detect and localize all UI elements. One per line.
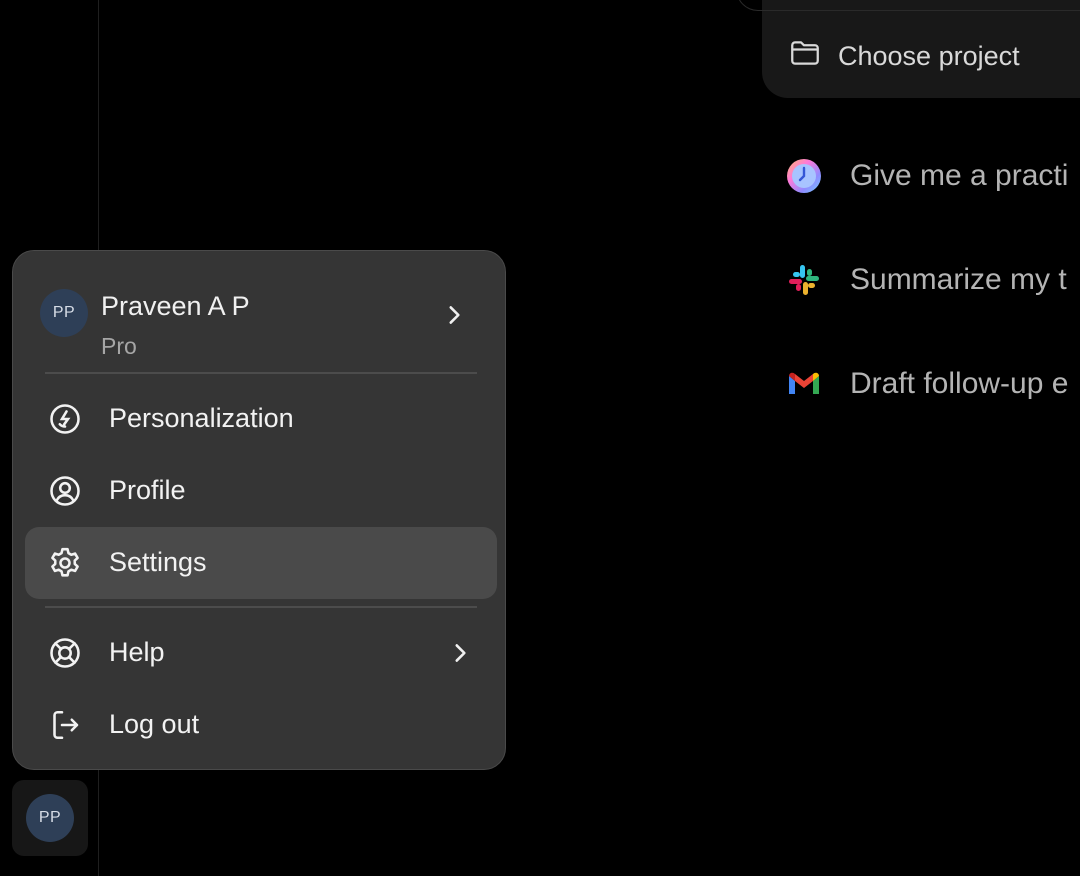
choose-project-label: Choose project [838, 40, 1020, 71]
menu-item-help[interactable]: Help [25, 617, 497, 689]
slack-icon [786, 262, 822, 298]
menu-item-personalization[interactable]: Personalization [25, 383, 497, 455]
suggestion-label: Give me a practi [850, 159, 1069, 192]
profile-menu-button[interactable]: PP [12, 780, 88, 856]
account-header[interactable]: PP Praveen A P Pro [27, 265, 491, 365]
suggestion-label: Draft follow-up e [850, 367, 1069, 400]
suggestion-label: Summarize my t [850, 263, 1067, 296]
account-menu: PP Praveen A P Pro Personalization Profi… [12, 250, 506, 770]
choose-project-button[interactable]: Choose project [788, 36, 1020, 76]
user-name: Praveen A P [101, 291, 250, 321]
suggestion-item[interactable]: Summarize my t [786, 258, 1067, 302]
chevron-right-icon [449, 306, 460, 324]
lifebuoy-icon [47, 635, 83, 671]
menu-item-label: Settings [109, 547, 207, 577]
clock-app-icon [786, 158, 822, 194]
suggestion-item[interactable]: Draft follow-up e [786, 362, 1068, 406]
menu-divider [45, 372, 477, 374]
menu-divider [45, 606, 477, 608]
gmail-icon [786, 366, 822, 402]
composer-edge [736, 0, 1080, 11]
menu-item-settings[interactable]: Settings [25, 527, 497, 599]
avatar: PP [26, 794, 74, 842]
suggestion-item[interactable]: Give me a practi [786, 154, 1068, 198]
menu-item-logout[interactable]: Log out [25, 689, 497, 761]
logout-icon [47, 707, 83, 743]
personalization-icon [47, 401, 83, 437]
menu-item-label: Profile [109, 475, 186, 505]
menu-item-label: Help [109, 637, 165, 667]
gear-icon [47, 545, 83, 581]
menu-item-label: Log out [109, 709, 200, 739]
user-plan: Pro [101, 333, 137, 359]
menu-item-profile[interactable]: Profile [25, 455, 497, 527]
profile-icon [47, 473, 83, 509]
chevron-right-icon [455, 644, 466, 662]
menu-item-label: Personalization [109, 403, 294, 433]
avatar: PP [40, 289, 88, 337]
folder-icon [788, 36, 822, 77]
app-window: Choose project Give me a practi Summariz… [0, 0, 1080, 876]
